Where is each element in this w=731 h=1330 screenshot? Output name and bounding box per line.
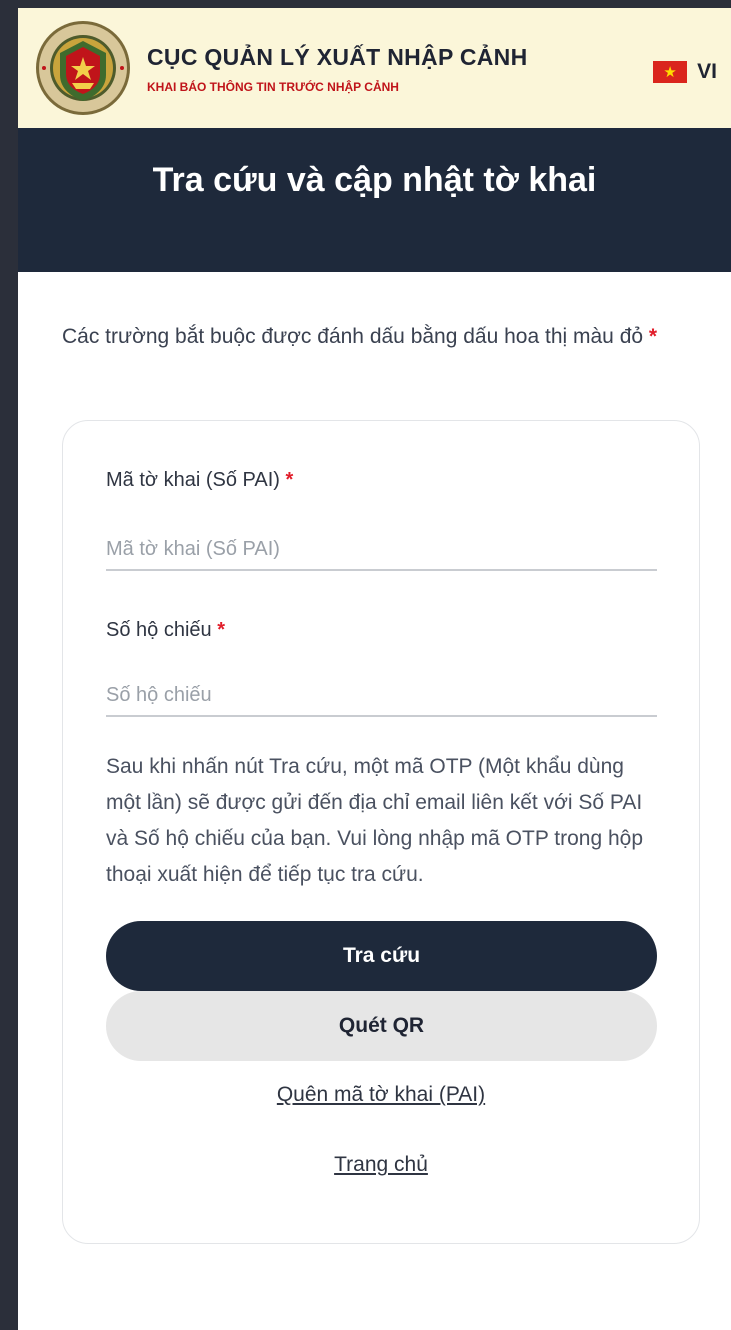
passport-number-label: Số hộ chiếu * <box>106 619 225 642</box>
language-code: VI <box>697 60 717 83</box>
passport-number-label-text: Số hộ chiếu <box>106 619 212 641</box>
org-subtitle: KHAI BÁO THÔNG TIN TRƯỚC NHẬP CẢNH <box>147 80 399 94</box>
forgot-pai-link[interactable]: Quên mã tờ khai (PAI) <box>63 1083 699 1107</box>
lookup-form-card: Mã tờ khai (Số PAI) * Số hộ chiếu * Sau … <box>62 420 700 1244</box>
title-bar: Tra cứu và cập nhật tờ khai <box>18 128 731 272</box>
pai-code-input[interactable] <box>106 529 657 571</box>
passport-number-input[interactable] <box>106 675 657 717</box>
window-top-edge <box>0 0 731 8</box>
app-frame: CỤC QUẢN LÝ XUẤT NHẬP CẢNH KHAI BÁO THÔN… <box>0 0 731 1330</box>
required-fields-note: Các trường bắt buộc được đánh dấu bằng d… <box>62 320 712 354</box>
required-star: * <box>648 325 658 348</box>
org-title: CỤC QUẢN LÝ XUẤT NHẬP CẢNH <box>147 44 528 70</box>
vietnam-flag-icon: ★ <box>653 61 688 83</box>
window-left-edge <box>0 0 18 1330</box>
lookup-button[interactable]: Tra cứu <box>106 921 657 991</box>
language-selector[interactable]: ★ VI <box>653 60 717 84</box>
home-link[interactable]: Trang chủ <box>63 1153 699 1177</box>
otp-info-text: Sau khi nhấn nút Tra cứu, một mã OTP (Mộ… <box>106 755 644 886</box>
pai-code-label: Mã tờ khai (Số PAI) * <box>106 469 293 492</box>
required-star: * <box>217 619 225 641</box>
site-header: CỤC QUẢN LÝ XUẤT NHẬP CẢNH KHAI BÁO THÔN… <box>18 8 731 128</box>
scan-qr-button[interactable]: Quét QR <box>106 991 657 1061</box>
required-star: * <box>285 469 294 491</box>
required-note-text: Các trường bắt buộc được đánh dấu bằng d… <box>62 325 644 348</box>
immigration-emblem-icon <box>34 19 132 117</box>
page-title: Tra cứu và cập nhật tờ khai <box>152 161 597 199</box>
pai-code-label-text: Mã tờ khai (Số PAI) <box>106 469 280 491</box>
